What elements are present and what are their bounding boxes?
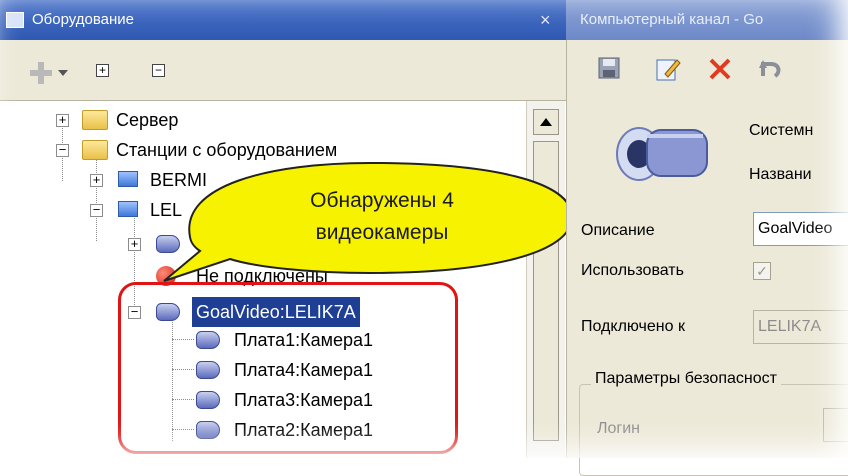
tree-item-server[interactable]: + Сервер bbox=[0, 105, 520, 135]
connected-to-label: Подключено к bbox=[581, 318, 685, 335]
equipment-window-icon bbox=[6, 12, 24, 28]
expand-icon[interactable]: + bbox=[128, 237, 141, 251]
expand-icon[interactable]: + bbox=[90, 173, 103, 187]
security-group-title: Параметры безопасност bbox=[591, 370, 781, 388]
highlight-frame bbox=[118, 282, 458, 454]
callout-line-1: Обнаружены 4 bbox=[310, 189, 454, 212]
channel-properties-panel: Системн Названи Описание GoalVideo Испол… bbox=[566, 40, 848, 476]
description-label: Описание bbox=[581, 222, 655, 239]
folder-icon bbox=[82, 140, 108, 160]
connected-to-field[interactable]: LELIK7A bbox=[753, 310, 848, 344]
equipment-panel-title: Оборудование bbox=[32, 11, 135, 28]
name-label: Названи bbox=[749, 166, 812, 183]
callout-line-2: видеокамеры bbox=[316, 221, 449, 244]
login-label: Логин bbox=[597, 420, 641, 437]
camera-device-icon bbox=[616, 127, 708, 181]
equipment-panel-titlebar: Оборудование × bbox=[0, 0, 566, 40]
tree-item-label: Сервер bbox=[116, 110, 179, 130]
close-icon[interactable]: × bbox=[540, 0, 551, 40]
collapse-icon[interactable]: − bbox=[56, 143, 69, 157]
collapse-icon[interactable]: − bbox=[90, 203, 103, 217]
description-field[interactable]: GoalVideo bbox=[753, 212, 848, 246]
system-label: Системн bbox=[749, 122, 814, 139]
channel-panel-title: Компьютерный канал - Go bbox=[580, 11, 764, 28]
computer-icon bbox=[118, 201, 138, 217]
callout-bubble: Обнаружены 4 видеокамеры bbox=[163, 161, 574, 282]
edit-icon[interactable] bbox=[655, 56, 683, 84]
login-field[interactable] bbox=[823, 408, 848, 442]
add-device-icon[interactable] bbox=[30, 62, 52, 84]
use-checkbox[interactable]: ✓ bbox=[753, 262, 771, 280]
expand-all-button[interactable]: + bbox=[96, 64, 109, 77]
channel-panel-titlebar: Компьютерный канал - Go bbox=[566, 0, 848, 40]
expand-icon[interactable]: + bbox=[56, 113, 69, 127]
collapse-all-button[interactable]: − bbox=[152, 64, 165, 77]
equipment-toolbar: + − bbox=[0, 40, 566, 101]
computer-icon bbox=[118, 171, 138, 187]
save-icon[interactable] bbox=[597, 56, 625, 84]
folder-icon bbox=[82, 110, 108, 130]
undo-icon[interactable] bbox=[757, 56, 785, 84]
chevron-down-icon[interactable] bbox=[58, 70, 68, 76]
scroll-up-button[interactable] bbox=[533, 109, 559, 135]
delete-icon[interactable] bbox=[707, 56, 735, 84]
use-label: Использовать bbox=[581, 262, 684, 279]
